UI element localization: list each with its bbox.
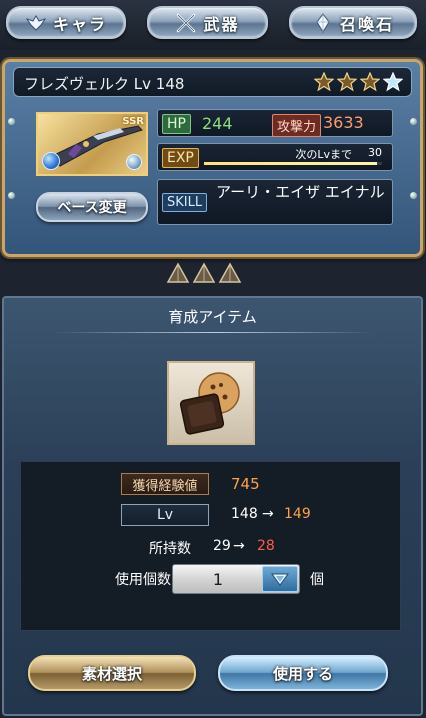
star-icon <box>383 72 403 92</box>
skill-row: SKILL アーリ・エイザ エイナル <box>157 179 393 225</box>
rarity-stars <box>314 72 403 92</box>
material-select-button[interactable]: 素材選択 <box>28 655 196 691</box>
exp-progress-bar <box>204 162 382 165</box>
exp-next-label: 次のLvまで <box>295 148 352 161</box>
star-icon <box>337 72 357 92</box>
star-icon <box>360 72 380 92</box>
arrow-right-icon: → <box>262 506 274 522</box>
weapon-info-panel: フレズヴェルク Lv 148 SSR ベース変更 HP 244 攻撃力 3633… <box>2 59 423 257</box>
training-item-image[interactable] <box>167 361 255 445</box>
tab-summon-label: 召喚石 <box>339 14 394 34</box>
exp-label: EXP <box>162 148 199 168</box>
level-to: 149 <box>284 506 311 522</box>
hp-label: HP <box>162 114 191 134</box>
rarity-badge: SSR <box>122 116 144 127</box>
uncap-indicator <box>166 262 242 284</box>
skill-label: SKILL <box>162 193 208 212</box>
use-count-value: 1 <box>212 570 224 589</box>
use-button[interactable]: 使用する <box>218 655 388 691</box>
attack-value: 3633 <box>323 113 364 132</box>
crossed-swords-icon <box>175 12 197 34</box>
rivet-decoration <box>8 192 15 199</box>
owned-to: 28 <box>257 538 275 554</box>
rivet-decoration <box>410 118 417 125</box>
tab-chara[interactable]: キャラ <box>6 6 126 39</box>
weapon-thumbnail[interactable]: SSR <box>36 112 148 176</box>
use-count-label: 使用個数 <box>115 572 171 588</box>
weapon-name-bar: フレズヴェルク Lv 148 <box>13 67 412 97</box>
base-change-button[interactable]: ベース変更 <box>36 192 148 222</box>
level-label: Lv <box>121 504 209 526</box>
use-count-unit: 個 <box>310 572 324 588</box>
star-icon <box>314 72 334 92</box>
exp-row: EXP 次のLvまで 30 <box>157 143 393 171</box>
level-from: 148 <box>231 506 258 522</box>
pyramid-icon <box>166 262 190 283</box>
tab-weapon[interactable]: 武器 <box>147 6 268 39</box>
weapon-name: フレズヴェルク Lv 148 <box>24 75 185 93</box>
pyramid-icon <box>192 262 216 283</box>
exp-next-value: 30 <box>368 146 382 159</box>
item-detail-box: 獲得経験値 745 Lv 148 → 149 所持数 29 → 28 使用個数 … <box>20 461 401 631</box>
top-tab-bar: キャラ 武器 召喚石 <box>0 0 426 50</box>
skill-name: アーリ・エイザ エイナル <box>216 183 385 201</box>
cookie-item-icon <box>179 372 240 435</box>
attack-label: 攻撃力 <box>272 114 322 137</box>
use-count-select[interactable]: 1 <box>172 564 300 594</box>
panel-title: 育成アイテム <box>168 308 257 326</box>
arrow-right-icon: → <box>233 538 245 554</box>
stats-row: HP 244 攻撃力 3633 <box>157 109 393 137</box>
hp-value: 244 <box>202 114 233 133</box>
pyramid-icon <box>218 262 242 283</box>
exp-gain-value: 745 <box>231 475 260 493</box>
rivet-decoration <box>8 118 15 125</box>
owned-from: 29 <box>213 538 231 554</box>
crystal-icon <box>312 12 334 34</box>
exp-gain-label: 獲得経験値 <box>121 473 209 495</box>
training-item-panel: 育成アイテム 獲得経験値 745 Lv 148 → 149 所持数 29 → 2… <box>2 296 423 716</box>
tab-chara-label: キャラ <box>52 14 107 34</box>
wing-emblem-icon <box>25 12 47 34</box>
tab-weapon-label: 武器 <box>203 14 240 34</box>
tab-summon[interactable]: 召喚石 <box>289 6 417 39</box>
exp-progress-fill <box>204 162 377 165</box>
skill-type-icon <box>126 154 142 170</box>
title-divider <box>54 332 374 333</box>
chevron-down-icon[interactable] <box>262 566 298 592</box>
owned-label: 所持数 <box>149 541 191 557</box>
element-water-icon <box>42 152 60 170</box>
rivet-decoration <box>410 192 417 199</box>
